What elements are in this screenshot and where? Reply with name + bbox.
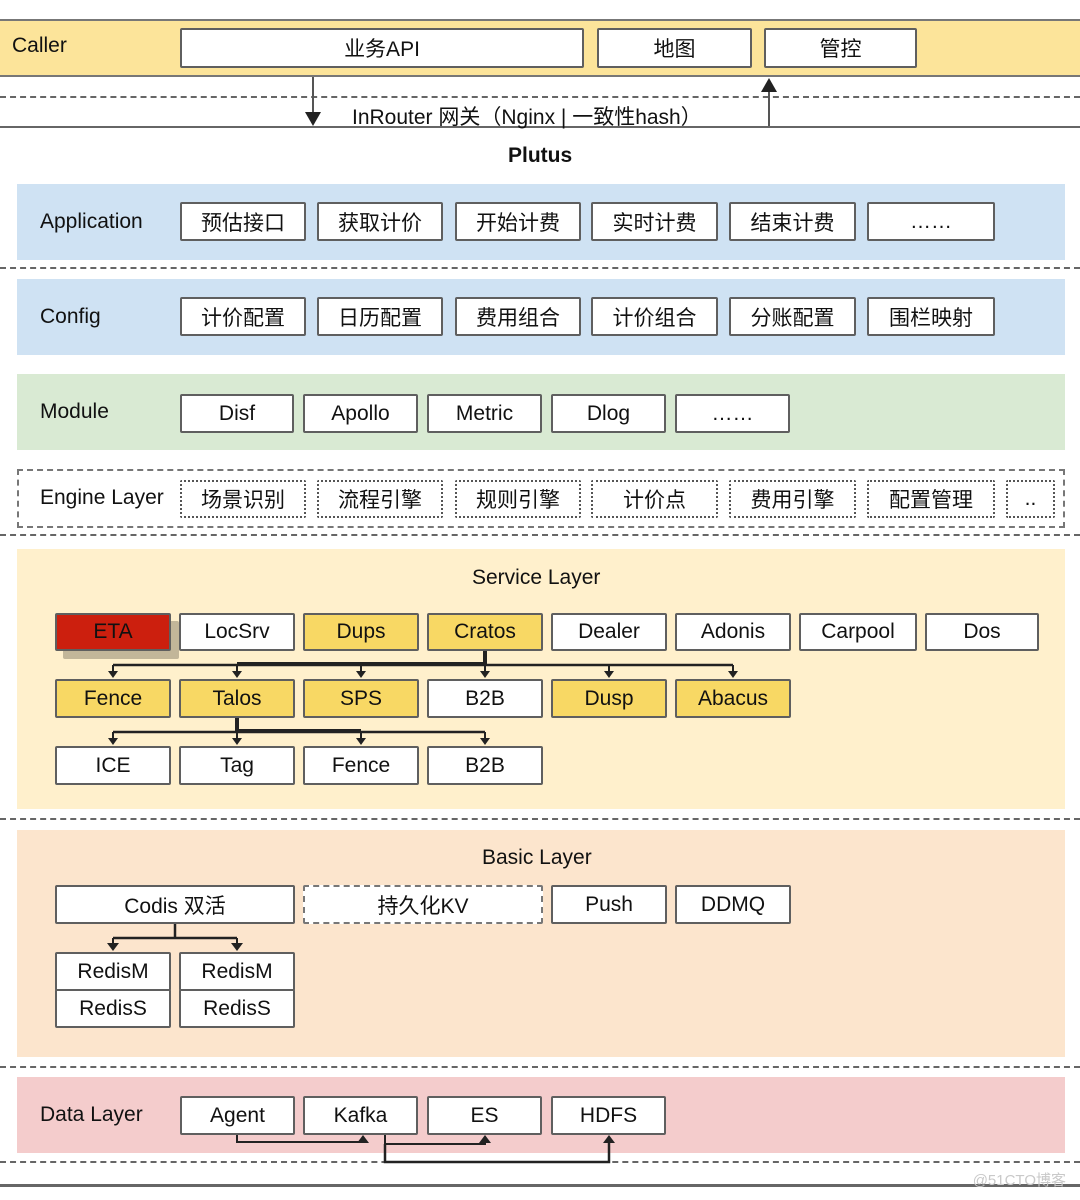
config-item[interactable]: 费用组合 — [455, 297, 581, 336]
service-ice[interactable]: ICE — [55, 746, 171, 785]
gateway-label: InRouter 网关（Nginx | 一致性hash） — [352, 106, 702, 129]
caller-item-business-api[interactable]: 业务API — [180, 28, 584, 68]
engine-label: Engine Layer — [40, 486, 164, 509]
service-dups[interactable]: Dups — [303, 613, 419, 651]
config-item[interactable]: 分账配置 — [729, 297, 856, 336]
module-item[interactable]: Apollo — [303, 394, 418, 433]
watermark: @51CTO博客 — [972, 1172, 1066, 1189]
service-cratos[interactable]: Cratos — [427, 613, 543, 651]
basic-data-divider — [0, 1066, 1080, 1068]
engine-item[interactable]: 计价点 — [591, 480, 718, 518]
page-bottom-line — [0, 1184, 1080, 1187]
basic-push[interactable]: Push — [551, 885, 667, 924]
data-agent[interactable]: Agent — [180, 1096, 295, 1135]
basic-redis-slave[interactable]: RedisS — [179, 989, 295, 1028]
config-label: Config — [40, 305, 101, 328]
basic-redis-slave[interactable]: RedisS — [55, 989, 171, 1028]
service-abacus[interactable]: Abacus — [675, 679, 791, 718]
service-talos[interactable]: Talos — [179, 679, 295, 718]
plutus-title: Plutus — [508, 144, 573, 167]
service-title: Service Layer — [472, 566, 601, 589]
gateway-top-divider — [0, 96, 1080, 98]
module-item-more[interactable]: …… — [675, 394, 790, 433]
basic-persistent-kv[interactable]: 持久化KV — [303, 885, 543, 924]
service-eta[interactable]: ETA — [55, 613, 171, 651]
config-item[interactable]: 计价配置 — [180, 297, 306, 336]
application-item[interactable]: 结束计费 — [729, 202, 856, 241]
caller-label: Caller — [12, 34, 67, 57]
basic-title: Basic Layer — [482, 846, 592, 869]
basic-codis[interactable]: Codis 双活 — [55, 885, 295, 924]
application-item[interactable]: 获取计价 — [317, 202, 443, 241]
data-kafka[interactable]: Kafka — [303, 1096, 418, 1135]
service-fence-2[interactable]: Fence — [303, 746, 419, 785]
service-tag[interactable]: Tag — [179, 746, 295, 785]
service-carpool[interactable]: Carpool — [799, 613, 917, 651]
caller-item-map[interactable]: 地图 — [597, 28, 752, 68]
engine-item[interactable]: 流程引擎 — [317, 480, 443, 518]
config-item[interactable]: 计价组合 — [591, 297, 718, 336]
application-item-more[interactable]: …… — [867, 202, 995, 241]
data-bottom-divider — [0, 1161, 1080, 1163]
gateway-down-arrow — [305, 77, 321, 126]
application-config-divider — [0, 267, 1080, 269]
engine-service-divider — [0, 534, 1080, 536]
service-adonis[interactable]: Adonis — [675, 613, 791, 651]
service-b2b-2[interactable]: B2B — [427, 746, 543, 785]
module-label: Module — [40, 400, 109, 423]
application-item[interactable]: 开始计费 — [455, 202, 581, 241]
basic-redis-master[interactable]: RedisM — [179, 952, 295, 991]
service-locsrv[interactable]: LocSrv — [179, 613, 295, 651]
service-basic-divider — [0, 818, 1080, 820]
application-item[interactable]: 预估接口 — [180, 202, 306, 241]
module-item[interactable]: Metric — [427, 394, 542, 433]
service-dealer[interactable]: Dealer — [551, 613, 667, 651]
basic-ddmq[interactable]: DDMQ — [675, 885, 791, 924]
application-label: Application — [40, 210, 143, 233]
service-b2b[interactable]: B2B — [427, 679, 543, 718]
engine-item[interactable]: 配置管理 — [867, 480, 995, 518]
gateway-up-arrow — [761, 78, 777, 126]
application-item[interactable]: 实时计费 — [591, 202, 718, 241]
data-es[interactable]: ES — [427, 1096, 542, 1135]
engine-item[interactable]: 规则引擎 — [455, 480, 581, 518]
service-dos[interactable]: Dos — [925, 613, 1039, 651]
engine-item[interactable]: 费用引擎 — [729, 480, 856, 518]
engine-item-more[interactable]: .. — [1006, 480, 1055, 518]
config-item[interactable]: 围栏映射 — [867, 297, 995, 336]
caller-item-control[interactable]: 管控 — [764, 28, 917, 68]
data-label: Data Layer — [40, 1103, 143, 1126]
service-sps[interactable]: SPS — [303, 679, 419, 718]
module-item[interactable]: Disf — [180, 394, 294, 433]
service-fence[interactable]: Fence — [55, 679, 171, 718]
module-item[interactable]: Dlog — [551, 394, 666, 433]
config-item[interactable]: 日历配置 — [317, 297, 443, 336]
engine-item[interactable]: 场景识别 — [180, 480, 306, 518]
data-hdfs[interactable]: HDFS — [551, 1096, 666, 1135]
service-dusp[interactable]: Dusp — [551, 679, 667, 718]
basic-redis-master[interactable]: RedisM — [55, 952, 171, 991]
